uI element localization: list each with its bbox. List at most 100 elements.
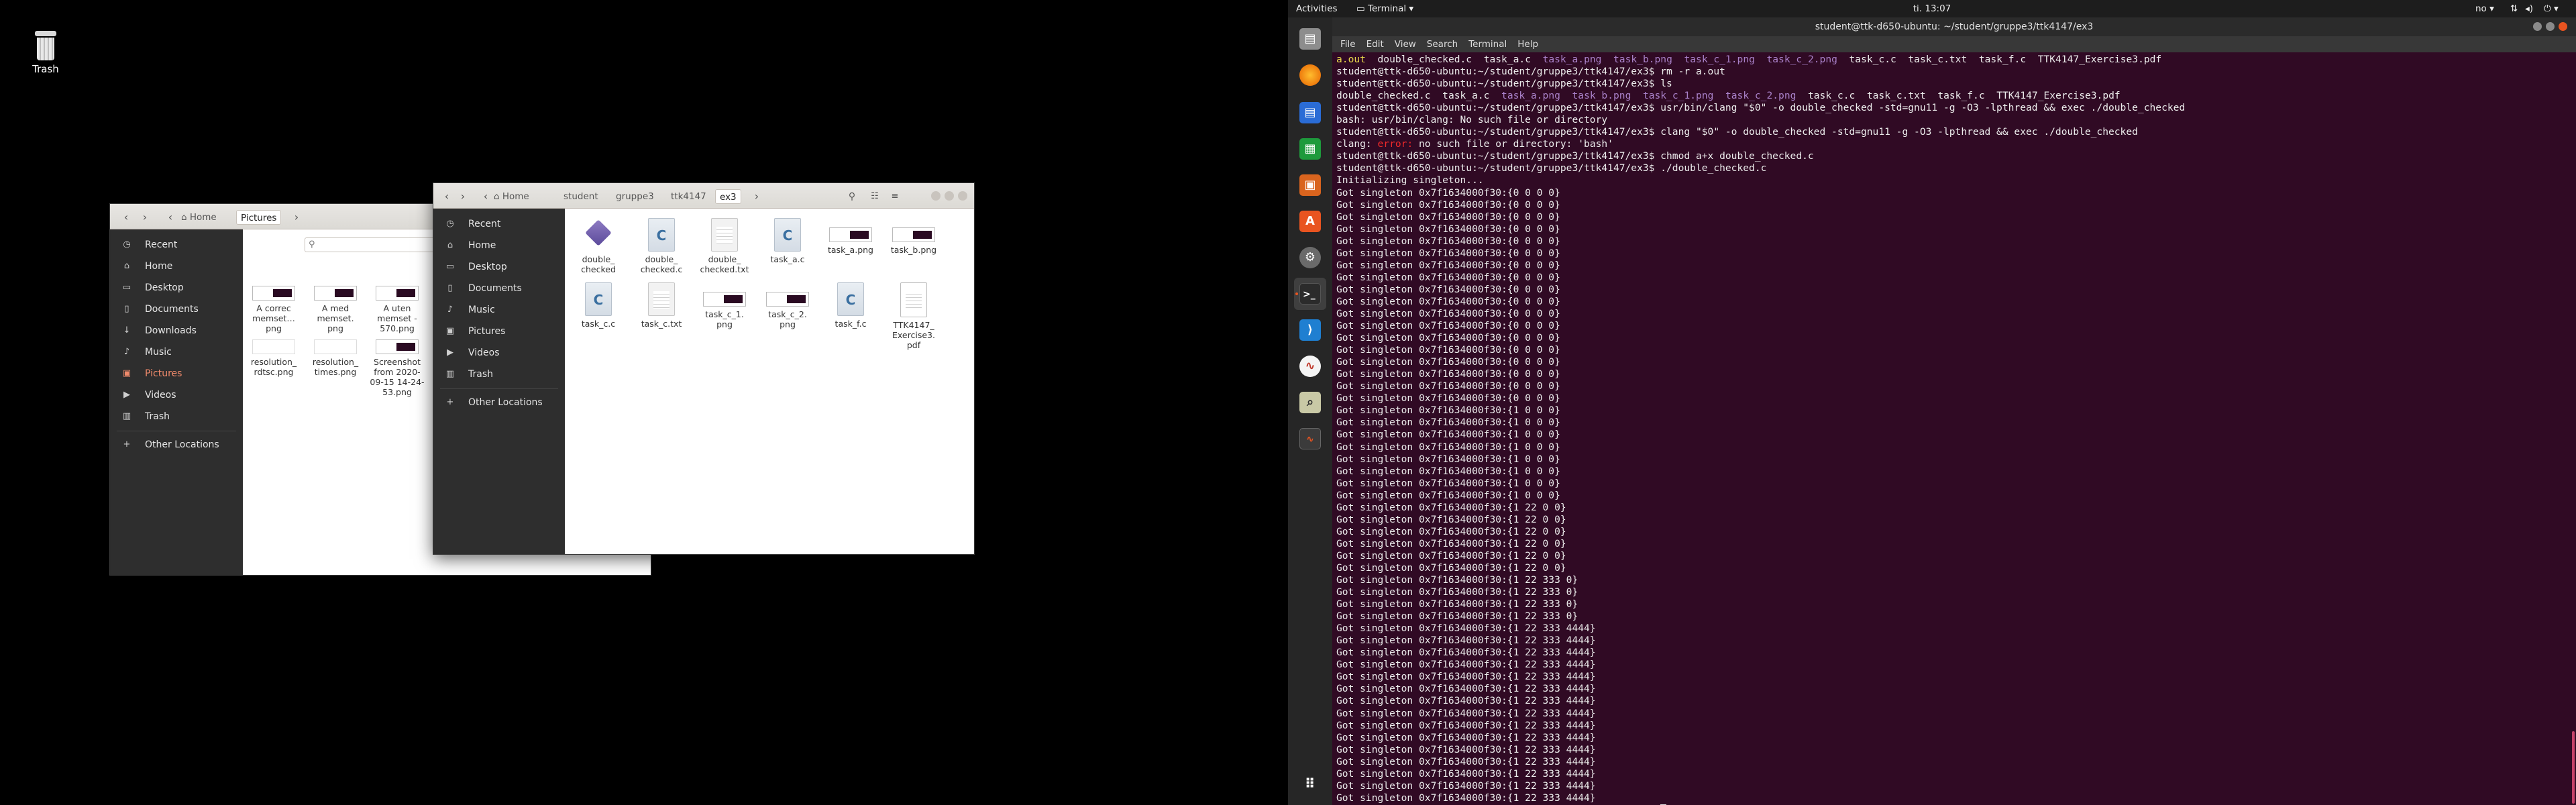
file-item[interactable]: A med memset. png bbox=[305, 276, 366, 333]
sidebar-item-trash[interactable]: ▥ Trash bbox=[110, 407, 243, 427]
crumb-student[interactable]: student bbox=[559, 189, 602, 204]
file-item[interactable]: TTK4147_ Exercise3. pdf bbox=[883, 282, 945, 350]
dock-writer[interactable]: ▤ bbox=[1294, 97, 1326, 129]
file-item[interactable]: task_b.png bbox=[883, 218, 945, 255]
fm-ex3-sidebar: ◷ Recent ⌂ Home ▭ Desktop ▯ Documents ♪ Music ▣ Pic… bbox=[433, 209, 565, 554]
view-options-icon[interactable]: ☷ bbox=[867, 189, 883, 204]
file-item[interactable]: Ctask_c.c bbox=[568, 282, 629, 329]
sidebar-item-documents[interactable]: ▯ Documents bbox=[110, 299, 243, 319]
file-item[interactable]: resolution_ rdtsc.png bbox=[243, 330, 305, 377]
dock-firefox[interactable] bbox=[1294, 59, 1326, 91]
forward-arrow-icon[interactable]: › bbox=[455, 189, 471, 204]
crumb-ex3[interactable]: ex3 bbox=[715, 189, 741, 204]
singleton-line: Got singleton 0x7f1634000f30:{0 0 0 0} bbox=[1336, 283, 1560, 295]
path-right-icon[interactable]: › bbox=[749, 189, 765, 204]
terminal-line: student@ttk-d650-ubuntu:~/student/gruppe… bbox=[1336, 102, 2186, 114]
sidebar-item-recent[interactable]: ◷ Recent bbox=[433, 214, 565, 234]
sidebar-item-desktop[interactable]: ▭ Desktop bbox=[110, 278, 243, 298]
dock-terminal[interactable]: >_ bbox=[1294, 278, 1326, 310]
dock-show-apps[interactable]: ⠿ bbox=[1294, 767, 1326, 800]
menu-icon[interactable]: ≡ bbox=[887, 189, 903, 204]
crumb-home[interactable]: ⌂ Home bbox=[177, 210, 221, 225]
file-item[interactable]: resolution_ times.png bbox=[305, 330, 366, 377]
terminal-window[interactable]: student@ttk-d650-ubuntu: ~/student/grupp… bbox=[1332, 17, 2576, 805]
path-left-icon[interactable]: ‹ bbox=[162, 210, 178, 225]
file-item[interactable]: task_a.png bbox=[820, 218, 881, 255]
power-icon[interactable]: ⏻ ▾ bbox=[2544, 0, 2559, 17]
maximize-icon[interactable] bbox=[2546, 22, 2555, 31]
file-item[interactable]: task_c_2. png bbox=[757, 282, 818, 329]
file-item[interactable]: Screenshot from 2020- 09-15 14-24- 53.pn… bbox=[366, 330, 428, 397]
close-icon[interactable] bbox=[958, 191, 967, 201]
volume-icon[interactable]: ◂) bbox=[2525, 0, 2533, 17]
menu-search[interactable]: Search bbox=[1427, 39, 1458, 50]
sidebar-item-documents[interactable]: ▯ Documents bbox=[433, 278, 565, 299]
network-icon[interactable]: ⇅ bbox=[2510, 0, 2518, 17]
file-item[interactable]: A uten memset - 570.png bbox=[366, 276, 428, 333]
file-item[interactable]: task_c.txt bbox=[631, 282, 692, 329]
image-thumbnail bbox=[766, 292, 809, 307]
back-arrow-icon[interactable]: ‹ bbox=[118, 210, 134, 225]
singleton-line: Got singleton 0x7f1634000f30:{1 22 333 4… bbox=[1336, 671, 1596, 683]
file-item[interactable]: task_c_1. png bbox=[694, 282, 755, 329]
close-icon[interactable] bbox=[2559, 22, 2567, 31]
dock-settings[interactable]: ⚙ bbox=[1294, 241, 1326, 274]
sidebar-item-recent[interactable]: ◷ Recent bbox=[110, 235, 243, 255]
file-item[interactable]: A correc memset… png bbox=[243, 276, 305, 333]
sidebar-item-downloads[interactable]: ↓ Downloads bbox=[110, 321, 243, 341]
dock-software[interactable]: A bbox=[1294, 205, 1326, 237]
file-item[interactable]: Ctask_a.c bbox=[757, 218, 818, 264]
menu-edit[interactable]: Edit bbox=[1366, 39, 1384, 50]
keyboard-layout[interactable]: no ▾ bbox=[2475, 0, 2494, 17]
crumb-ttk4147[interactable]: ttk4147 bbox=[667, 189, 710, 204]
file-item[interactable]: double_ checked bbox=[568, 218, 629, 274]
sidebar-item-home[interactable]: ⌂ Home bbox=[433, 235, 565, 256]
sidebar-item-pictures[interactable]: ▣ Pictures bbox=[110, 364, 243, 384]
terminal-output[interactable]: a.out double_checked.c task_a.c task_a.p… bbox=[1336, 54, 2569, 805]
sidebar-item-trash[interactable]: ▥ Trash bbox=[433, 364, 565, 384]
dock-files[interactable]: ▤ bbox=[1294, 23, 1326, 55]
forward-arrow-icon[interactable]: › bbox=[137, 210, 153, 225]
path-right-icon[interactable]: › bbox=[288, 210, 305, 225]
file-name: double_ checked.txt bbox=[700, 254, 749, 274]
sidebar-item-home[interactable]: ⌂ Home bbox=[110, 256, 243, 276]
c-source-icon: C bbox=[585, 282, 612, 316]
crumb-pictures[interactable]: Pictures bbox=[236, 210, 282, 225]
menu-file[interactable]: File bbox=[1340, 39, 1356, 50]
menu-view[interactable]: View bbox=[1395, 39, 1416, 50]
search-icon[interactable]: ⚲ bbox=[844, 189, 860, 204]
sidebar-item-desktop[interactable]: ▭ Desktop bbox=[433, 257, 565, 277]
back-arrow-icon[interactable]: ‹ bbox=[439, 189, 455, 204]
desktop-trash[interactable]: Trash bbox=[25, 31, 66, 75]
sidebar-item-other-locations[interactable]: + Other Locations bbox=[110, 435, 243, 455]
minimize-icon[interactable] bbox=[931, 191, 941, 201]
dock-app-red[interactable]: ∿ bbox=[1294, 350, 1326, 382]
home-icon: ⌂ bbox=[123, 261, 130, 271]
dock-calc[interactable]: ▦ bbox=[1294, 133, 1326, 165]
menu-terminal[interactable]: Terminal bbox=[1468, 39, 1507, 50]
image-thumbnail bbox=[314, 286, 357, 301]
sidebar-item-music[interactable]: ♪ Music bbox=[433, 300, 565, 320]
search-input[interactable]: ⚲ bbox=[305, 237, 439, 252]
sidebar-item-label: Recent bbox=[468, 219, 501, 229]
file-item[interactable]: Cdouble_ checked.c bbox=[631, 218, 692, 274]
dock-system-monitor[interactable]: ∿ bbox=[1294, 423, 1326, 455]
dock-screenshot[interactable]: ⌕ bbox=[1294, 386, 1326, 419]
sidebar-item-videos[interactable]: ▶ Videos bbox=[110, 385, 243, 405]
menu-help[interactable]: Help bbox=[1517, 39, 1538, 50]
file-item[interactable]: Ctask_f.c bbox=[820, 282, 881, 329]
dock-vscode[interactable]: ⟩ bbox=[1294, 314, 1326, 346]
sidebar-item-label: Trash bbox=[145, 411, 170, 422]
clock[interactable]: ti. 13:07 bbox=[1288, 0, 2576, 17]
maximize-icon[interactable] bbox=[945, 191, 954, 201]
terminal-scrollbar[interactable] bbox=[2572, 731, 2575, 804]
crumb-gruppe3[interactable]: gruppe3 bbox=[612, 189, 658, 204]
dock-impress[interactable]: ▣ bbox=[1294, 169, 1326, 201]
minimize-icon[interactable] bbox=[2533, 22, 2542, 31]
sidebar-item-pictures[interactable]: ▣ Pictures bbox=[433, 321, 565, 341]
sidebar-item-other-locations[interactable]: + Other Locations bbox=[433, 392, 565, 413]
crumb-home[interactable]: ⌂ Home bbox=[490, 189, 533, 204]
file-item[interactable]: double_ checked.txt bbox=[694, 218, 755, 274]
sidebar-item-videos[interactable]: ▶ Videos bbox=[433, 343, 565, 363]
sidebar-item-music[interactable]: ♪ Music bbox=[110, 342, 243, 362]
